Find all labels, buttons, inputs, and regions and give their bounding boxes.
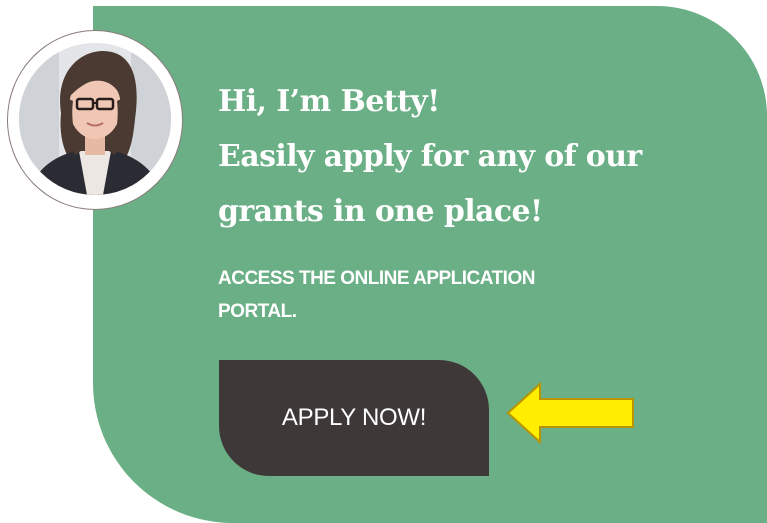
portal-access-text: ACCESS THE ONLINE APPLICATION PORTAL. — [218, 262, 535, 328]
subline-line-2: PORTAL. — [218, 301, 297, 322]
promo-widget: Hi, I’m Betty! Easily apply for any of o… — [0, 0, 767, 523]
avatar-photo — [19, 43, 171, 195]
apply-now-button[interactable]: APPLY NOW! — [219, 360, 489, 476]
greeting-headline: Hi, I’m Betty! Easily apply for any of o… — [218, 74, 642, 239]
headline-line-3: grants in one place! — [218, 194, 543, 229]
avatar — [19, 43, 171, 195]
left-arrow-icon — [506, 381, 636, 449]
headline-line-1: Hi, I’m Betty! — [218, 84, 440, 119]
headline-line-2: Easily apply for any of our — [218, 139, 642, 174]
subline-line-1: ACCESS THE ONLINE APPLICATION — [218, 268, 535, 289]
